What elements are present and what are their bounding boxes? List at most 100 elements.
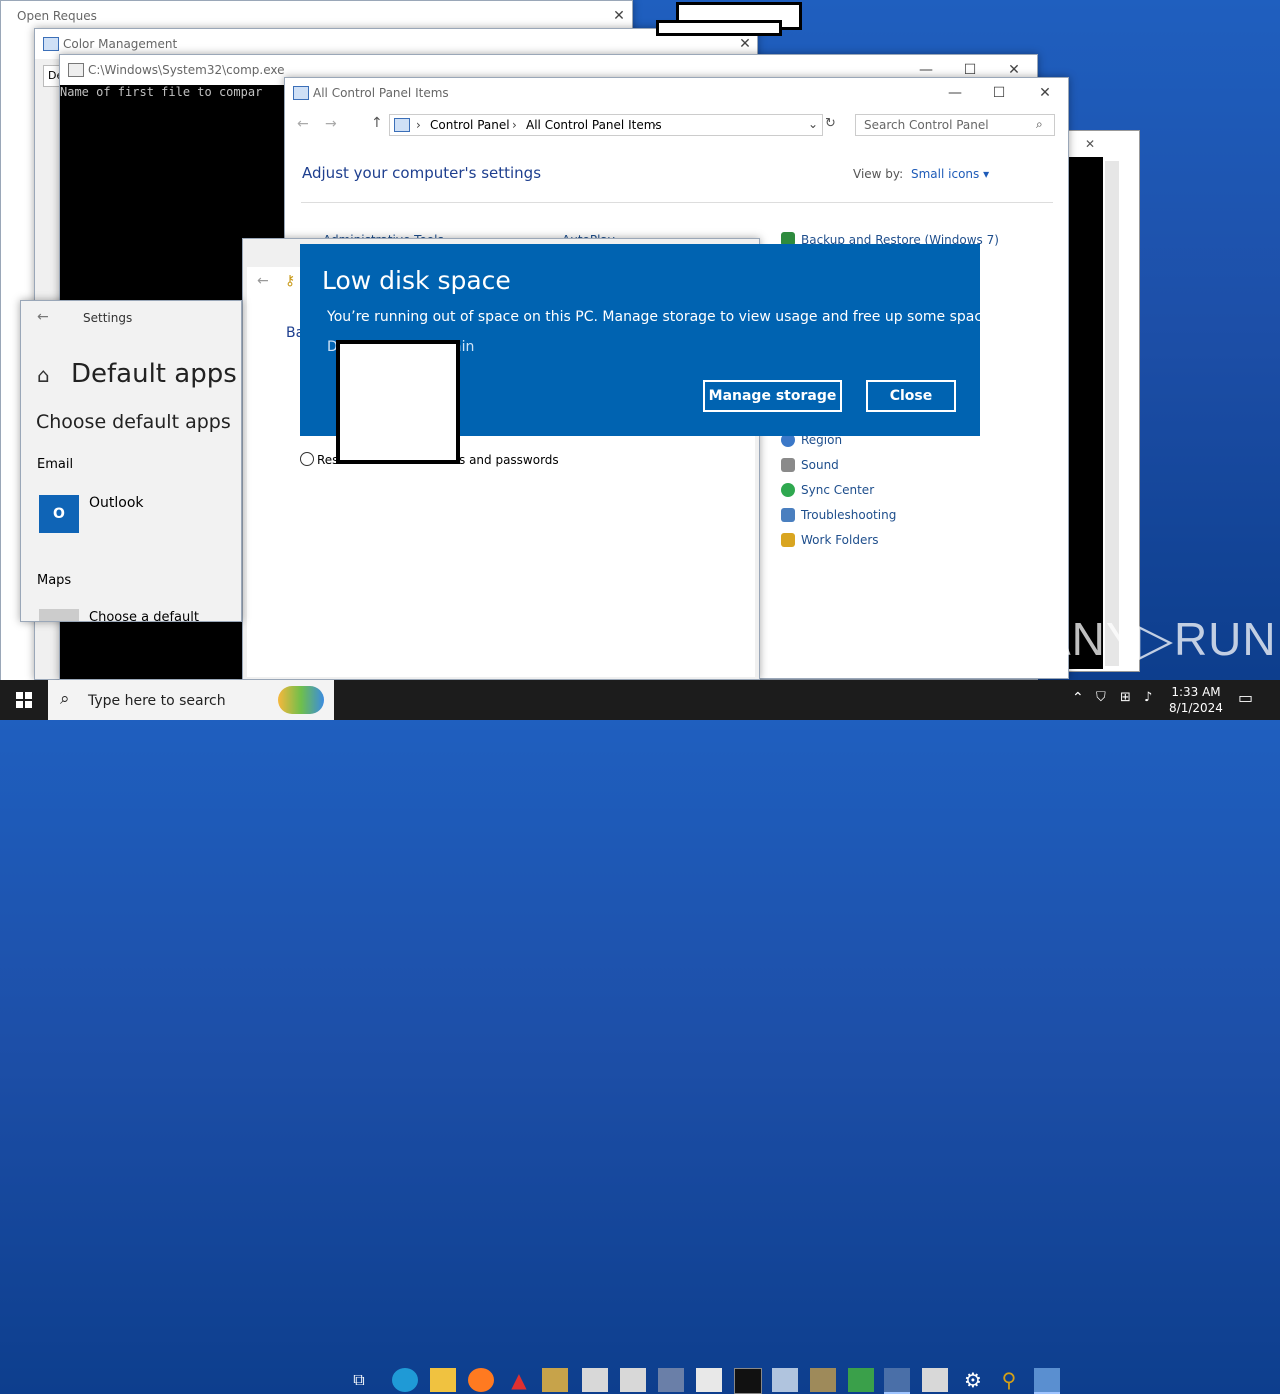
page-heading: Adjust your computer's settings bbox=[302, 164, 542, 182]
drive-icon[interactable] bbox=[810, 1368, 836, 1392]
maps-app-icon[interactable] bbox=[39, 609, 79, 621]
open-requests-titlebar[interactable]: Open Reques ✕ bbox=[1, 1, 632, 31]
close-icon[interactable]: ✕ bbox=[1085, 137, 1095, 151]
notifications-icon[interactable]: ▭ bbox=[1238, 688, 1253, 707]
forward-arrow-icon[interactable]: → bbox=[325, 116, 337, 132]
page-title: Default apps bbox=[71, 359, 237, 389]
item-work-folders[interactable]: Work Folders bbox=[801, 533, 879, 547]
monitor-icon[interactable] bbox=[884, 1368, 910, 1394]
terminal-icon[interactable] bbox=[734, 1368, 762, 1394]
acrobat-icon[interactable]: ▲ bbox=[506, 1368, 532, 1392]
window-title: Color Management bbox=[63, 37, 178, 51]
search-icon[interactable]: ⌕ bbox=[1036, 117, 1043, 132]
close-icon[interactable]: ✕ bbox=[725, 33, 765, 55]
back-arrow-icon[interactable]: ← bbox=[297, 116, 309, 132]
cmd-icon bbox=[68, 63, 84, 77]
item-sound[interactable]: Sound bbox=[801, 458, 839, 472]
maximize-icon[interactable]: ☐ bbox=[979, 82, 1019, 104]
sync-icon bbox=[781, 483, 795, 497]
back-arrow-icon[interactable]: ← bbox=[257, 273, 269, 289]
view-by-label: View by: bbox=[853, 167, 904, 181]
taskbar[interactable]: ⌕ Type here to search ⧉ ▲ ⚙ ⚲ ⌃ ⛉ ⊞ ♪ 1:… bbox=[0, 680, 1280, 1394]
taskbar-search-box[interactable]: ⌕ Type here to search bbox=[48, 680, 334, 720]
background-window-right[interactable]: ✕ bbox=[1066, 130, 1140, 672]
dialog-title: Low disk space bbox=[322, 266, 511, 295]
registry-editor-icon[interactable] bbox=[542, 1368, 568, 1392]
restore-radio-label-tail: s and passwords bbox=[459, 453, 559, 467]
network-icon[interactable] bbox=[848, 1368, 874, 1392]
email-label: Email bbox=[37, 457, 74, 472]
cmd-output-line: Name of first file to compar bbox=[60, 85, 263, 99]
chevron-down-icon[interactable]: ⌄ bbox=[808, 117, 818, 131]
settings-window[interactable]: ← Settings ⌂ Default apps Choose default… bbox=[20, 300, 242, 625]
section-heading: Choose default apps bbox=[36, 411, 231, 433]
breadcrumb-all-items[interactable]: All Control Panel Items bbox=[526, 118, 662, 132]
back-arrow-icon[interactable]: ← bbox=[37, 309, 49, 325]
up-arrow-icon[interactable]: ↑ bbox=[371, 115, 383, 131]
search-placeholder: Type here to search bbox=[88, 693, 226, 709]
window-icon-4[interactable] bbox=[922, 1368, 948, 1392]
maps-label: Maps bbox=[37, 573, 72, 588]
redaction-box bbox=[336, 340, 460, 464]
control-panel-icon bbox=[293, 86, 309, 100]
clock[interactable]: 1:33 AM 8/1/2024 bbox=[1166, 684, 1226, 716]
window-title: C:\Windows\System32\comp.exe bbox=[88, 63, 285, 77]
restore-radio[interactable] bbox=[300, 452, 314, 466]
address-bar[interactable]: › Control Panel › All Control Panel Item… bbox=[389, 114, 823, 136]
edge-icon[interactable] bbox=[392, 1368, 418, 1392]
control-panel-icon[interactable] bbox=[1034, 1368, 1060, 1394]
dialog-message: You’re running out of space on this PC. … bbox=[327, 309, 996, 325]
task-view-icon[interactable]: ⧉ bbox=[346, 1368, 372, 1392]
folder-icon bbox=[781, 533, 795, 547]
email-app-name[interactable]: Outlook bbox=[89, 495, 144, 511]
control-panel-titlebar[interactable]: All Control Panel Items — ☐ ✕ bbox=[285, 78, 1068, 108]
window-icon-2[interactable] bbox=[620, 1368, 646, 1392]
anyrun-watermark: ANY▷RUN bbox=[1040, 613, 1277, 665]
color-management-icon bbox=[43, 37, 59, 51]
scrollbar[interactable] bbox=[1105, 161, 1119, 666]
start-button[interactable] bbox=[0, 680, 48, 720]
window-title: All Control Panel Items bbox=[313, 86, 449, 100]
chevron-right-icon: › bbox=[416, 118, 421, 132]
search-placeholder: Search Control Panel bbox=[864, 118, 989, 132]
security-icon[interactable]: ⛉ bbox=[1096, 690, 1106, 705]
chevron-right-icon: › bbox=[652, 118, 657, 132]
chevron-right-icon: › bbox=[512, 118, 517, 132]
network-tray-icon[interactable]: ⊞ bbox=[1120, 690, 1131, 705]
breadcrumb-control-panel[interactable]: Control Panel bbox=[430, 118, 510, 132]
control-panel-icon bbox=[394, 118, 410, 132]
item-sync-center[interactable]: Sync Center bbox=[801, 483, 874, 497]
settings-title: Settings bbox=[83, 311, 133, 325]
search-icon: ⌕ bbox=[60, 689, 70, 709]
close-icon[interactable]: ✕ bbox=[599, 5, 639, 27]
clock-time: 1:33 AM bbox=[1171, 685, 1221, 699]
search-box[interactable]: Search Control Panel ⌕ bbox=[855, 114, 1055, 136]
view-by-value: Small icons bbox=[911, 167, 980, 181]
view-by-dropdown[interactable]: Small icons ▾ bbox=[911, 167, 989, 181]
home-icon[interactable]: ⌂ bbox=[37, 363, 50, 387]
help-book-icon[interactable] bbox=[772, 1368, 798, 1392]
volume-icon[interactable]: ♪ bbox=[1144, 690, 1152, 705]
window-icon-3[interactable] bbox=[696, 1368, 722, 1392]
refresh-icon[interactable]: ↻ bbox=[825, 116, 836, 131]
manage-storage-button[interactable]: Manage storage bbox=[703, 380, 842, 412]
file-explorer-icon[interactable] bbox=[430, 1368, 456, 1392]
search-highlight-icon bbox=[278, 686, 324, 714]
chevron-up-icon[interactable]: ⌃ bbox=[1072, 690, 1084, 706]
close-button[interactable]: Close bbox=[866, 380, 956, 412]
outlook-icon[interactable]: O bbox=[39, 495, 79, 533]
gear-icon[interactable]: ⚙ bbox=[960, 1368, 986, 1392]
close-icon[interactable]: ✕ bbox=[1025, 82, 1065, 104]
item-troubleshooting[interactable]: Troubleshooting bbox=[801, 508, 896, 522]
windows-logo-icon bbox=[16, 692, 32, 708]
firefox-icon[interactable] bbox=[468, 1368, 494, 1392]
people-icon[interactable] bbox=[658, 1368, 684, 1392]
dropdown-arrow-icon: ▾ bbox=[983, 167, 990, 181]
key-icon: ⚷ bbox=[285, 273, 296, 289]
speaker-icon bbox=[781, 458, 795, 472]
clock-date: 8/1/2024 bbox=[1169, 701, 1223, 715]
search-tool-icon[interactable]: ⚲ bbox=[996, 1368, 1022, 1392]
window-title: Open Reques bbox=[17, 9, 97, 23]
minimize-icon[interactable]: — bbox=[935, 82, 975, 104]
window-icon[interactable] bbox=[582, 1368, 608, 1392]
